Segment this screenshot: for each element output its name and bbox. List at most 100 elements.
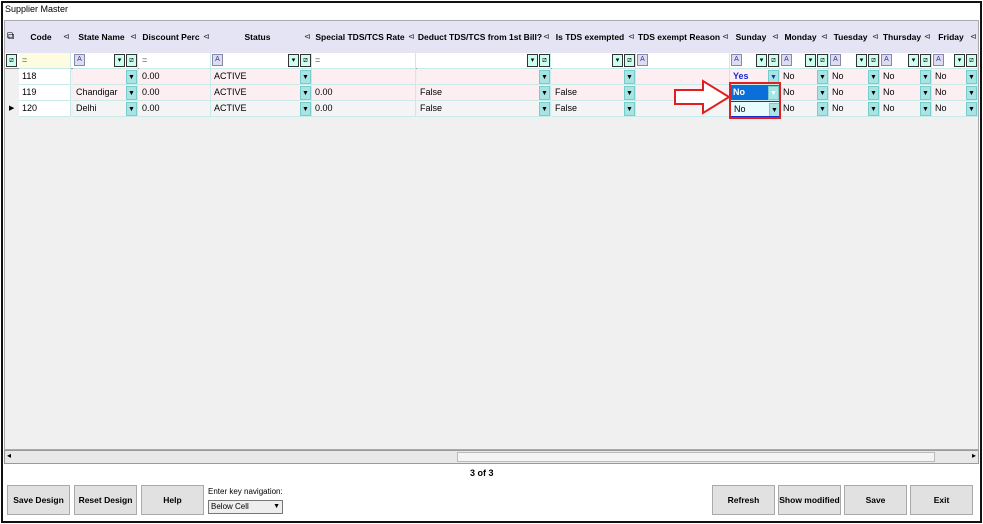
- cell-friday[interactable]: No ▼: [932, 101, 978, 117]
- text-filter-icon[interactable]: A: [781, 54, 792, 66]
- filter-cell-sunday[interactable]: A ▾ ⧄: [730, 53, 780, 69]
- filter-dropdown-icon[interactable]: ▾: [856, 54, 867, 67]
- cell-status[interactable]: ACTIVE ▼: [211, 85, 312, 101]
- pin-icon[interactable]: ⊲: [722, 21, 729, 53]
- cell-code[interactable]: 118: [19, 69, 71, 85]
- cell-discount[interactable]: 0.00: [139, 85, 211, 101]
- reset-design-button[interactable]: Reset Design: [74, 485, 137, 515]
- filter-dropdown-icon[interactable]: ▾: [288, 54, 299, 67]
- help-button[interactable]: Help: [141, 485, 204, 515]
- column-header-state[interactable]: State Name: [73, 21, 130, 53]
- dropdown-arrow-icon[interactable]: ▼: [539, 102, 550, 116]
- save-design-button[interactable]: Save Design: [7, 485, 70, 515]
- cell-status[interactable]: ACTIVE ▼: [211, 69, 312, 85]
- cell-special[interactable]: 0.00: [312, 101, 416, 117]
- filter-clear-icon[interactable]: ⧄: [624, 54, 635, 67]
- pin-icon[interactable]: ⊲: [304, 21, 311, 53]
- cell-deduct[interactable]: False ▼: [417, 101, 551, 117]
- dropdown-arrow-icon[interactable]: ▼: [126, 86, 137, 100]
- column-header-deduct[interactable]: Deduct TDS/TCS from 1st Bill?: [417, 21, 543, 53]
- refresh-button[interactable]: Refresh: [712, 485, 775, 515]
- enter-key-select[interactable]: Below Cell ▼: [208, 500, 283, 514]
- filter-clear-icon[interactable]: ⧄: [920, 54, 931, 67]
- dropdown-arrow-icon[interactable]: ▼: [126, 102, 137, 116]
- cell-tuesday[interactable]: No ▼: [829, 85, 880, 101]
- filter-cell-thursday[interactable]: A ▾ ⧄: [880, 53, 932, 69]
- filter-dropdown-icon[interactable]: ▾: [114, 54, 125, 67]
- dropdown-arrow-icon[interactable]: ▼: [300, 86, 311, 100]
- supplier-grid[interactable]: ⧉ Code ⊲ State Name ⊲ Discount Perc ⊲ Status ⊲ S…: [4, 20, 979, 450]
- save-button[interactable]: Save: [844, 485, 907, 515]
- filter-clear-icon[interactable]: ⧄: [817, 54, 828, 67]
- filter-dropdown-icon[interactable]: ▾: [756, 54, 767, 67]
- cell-exempted[interactable]: False ▼: [552, 85, 636, 101]
- filter-cell-exempted[interactable]: ▾ ⧄: [552, 53, 636, 69]
- pin-icon[interactable]: ⊲: [408, 21, 415, 53]
- cell-tuesday[interactable]: No ▼: [829, 101, 880, 117]
- cell-thursday[interactable]: No ▼: [880, 101, 932, 117]
- filter-clear-icon[interactable]: ⧄: [868, 54, 879, 67]
- pin-icon[interactable]: ⊲: [628, 21, 635, 53]
- filter-cell-status[interactable]: A ▾ ⧄: [211, 53, 312, 69]
- cell-exempted[interactable]: False ▼: [552, 101, 636, 117]
- dropdown-arrow-icon[interactable]: ▼: [300, 70, 311, 84]
- pin-icon[interactable]: ⊲: [130, 21, 137, 53]
- filter-cell-tuesday[interactable]: A ▾ ⧄: [829, 53, 880, 69]
- cell-state[interactable]: Chandigar ▼: [73, 85, 138, 101]
- dropdown-arrow-icon[interactable]: ▼: [817, 86, 828, 100]
- dropdown-arrow-icon[interactable]: ▼: [868, 86, 879, 100]
- scroll-left-icon[interactable]: ◂: [7, 451, 11, 460]
- column-header-thursday[interactable]: Thursday: [880, 21, 924, 53]
- pin-icon[interactable]: ⊲: [772, 21, 779, 53]
- dropdown-arrow-icon[interactable]: ▼: [624, 102, 635, 116]
- filter-dropdown-icon[interactable]: ▾: [908, 54, 919, 67]
- cell-thursday[interactable]: No ▼: [880, 69, 932, 85]
- pin-icon[interactable]: ⊲: [970, 21, 977, 53]
- dropdown-arrow-icon[interactable]: ▼: [817, 70, 828, 84]
- dropdown-arrow-icon[interactable]: ▼: [817, 102, 828, 116]
- pin-icon[interactable]: ⊲: [203, 21, 210, 53]
- column-header-status[interactable]: Status: [211, 21, 304, 53]
- dropdown-arrow-icon[interactable]: ▼: [868, 102, 879, 116]
- cell-friday[interactable]: No ▼: [932, 85, 978, 101]
- horizontal-scrollbar[interactable]: ◂ ▸: [4, 450, 979, 464]
- cell-special[interactable]: 0.00: [312, 85, 416, 101]
- cell-monday[interactable]: No ▼: [780, 69, 829, 85]
- text-filter-icon[interactable]: A: [933, 54, 944, 66]
- filter-cell-state[interactable]: A ▾ ⧄: [73, 53, 138, 69]
- dropdown-arrow-icon[interactable]: ▼: [920, 70, 931, 84]
- filter-clear-icon[interactable]: ⧄: [126, 54, 137, 67]
- table-row[interactable]: 119 Chandigar ▼ 0.00 ACTIVE ▼ 0.00 False ▼ False ▼…: [5, 85, 978, 101]
- dropdown-arrow-icon[interactable]: ▼: [920, 86, 931, 100]
- column-header-tuesday[interactable]: Tuesday: [829, 21, 872, 53]
- cell-monday[interactable]: No ▼: [780, 85, 829, 101]
- column-chooser-icon[interactable]: ⧉: [7, 31, 14, 42]
- filter-clear-icon[interactable]: ⧄: [300, 54, 311, 67]
- dropdown-arrow-icon[interactable]: ▼: [966, 86, 977, 100]
- cell-friday[interactable]: No ▼: [932, 69, 978, 85]
- dropdown-arrow-icon[interactable]: ▼: [868, 70, 879, 84]
- filter-clear-icon[interactable]: ⧄: [539, 54, 550, 67]
- filter-cell-deduct[interactable]: ▾ ⧄: [417, 53, 551, 69]
- cell-tuesday[interactable]: No ▼: [829, 69, 880, 85]
- table-row[interactable]: ▶ 120 Delhi ▼ 0.00 ACTIVE ▼ 0.00 False ▼ False ▼ No ▼…: [5, 101, 978, 117]
- text-filter-icon[interactable]: A: [830, 54, 841, 66]
- filter-clear-icon[interactable]: ⧄: [6, 54, 17, 67]
- dropdown-arrow-icon[interactable]: ▼: [920, 102, 931, 116]
- cell-code[interactable]: 120: [19, 101, 71, 117]
- filter-cell-monday[interactable]: A ▾ ⧄: [780, 53, 829, 69]
- cell-state[interactable]: Delhi ▼: [73, 101, 138, 117]
- cell-special[interactable]: [312, 69, 416, 85]
- cell-deduct[interactable]: False ▼: [417, 85, 551, 101]
- cell-status[interactable]: ACTIVE ▼: [211, 101, 312, 117]
- filter-cell-reason[interactable]: A: [636, 53, 730, 69]
- column-header-friday[interactable]: Friday: [932, 21, 970, 53]
- column-header-discount[interactable]: Discount Perc: [139, 21, 203, 53]
- cell-discount[interactable]: 0.00: [139, 101, 211, 117]
- filter-cell-discount[interactable]: =: [139, 53, 211, 69]
- scroll-right-icon[interactable]: ▸: [972, 451, 976, 460]
- column-header-exempted[interactable]: Is TDS exempted: [552, 21, 628, 53]
- text-filter-icon[interactable]: A: [74, 54, 85, 66]
- filter-clear-icon[interactable]: ⧄: [768, 54, 779, 67]
- cell-code[interactable]: 119: [19, 85, 71, 101]
